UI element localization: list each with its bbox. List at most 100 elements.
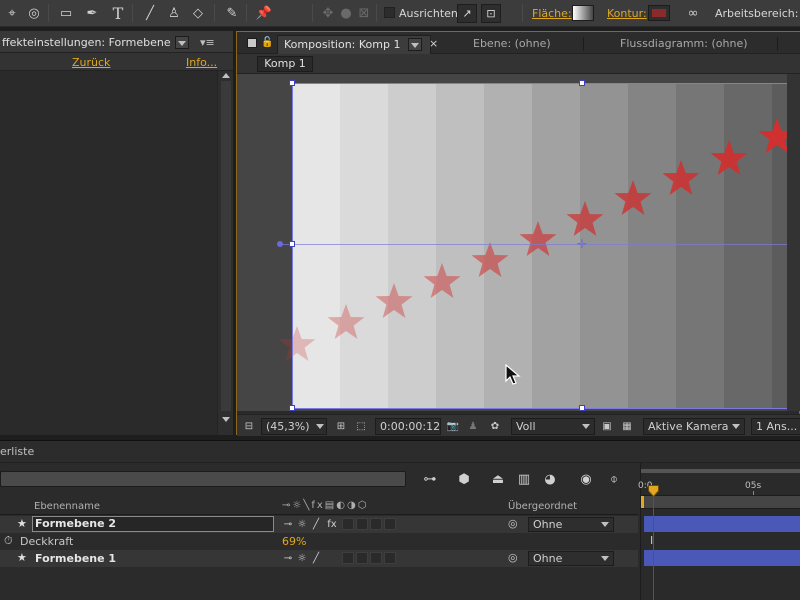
scroll-up-icon[interactable] bbox=[222, 73, 230, 78]
stroke-color-swatch[interactable] bbox=[648, 5, 670, 21]
quality-switch-icon[interactable]: ╱ bbox=[310, 552, 322, 564]
shy-switch-icon[interactable]: ⊸ bbox=[282, 552, 294, 564]
switch-box[interactable] bbox=[370, 552, 382, 564]
bbox-handle-tc[interactable] bbox=[579, 80, 585, 86]
layer-name-field[interactable]: Formebene 2 bbox=[32, 516, 274, 532]
camera-dropdown[interactable]: Aktive Kamera bbox=[643, 418, 745, 435]
comp-mini-flowchart-icon[interactable]: ⊶ bbox=[420, 469, 440, 489]
work-area-bar[interactable] bbox=[641, 495, 800, 509]
switch-box[interactable] bbox=[384, 552, 396, 564]
work-area-start-handle[interactable] bbox=[641, 496, 644, 508]
graph-editor-icon[interactable]: ◉ bbox=[576, 469, 596, 489]
brush-tips-icon[interactable]: ∞ bbox=[683, 3, 703, 23]
shy-switch-icon[interactable]: ⊸ bbox=[282, 518, 294, 530]
motion-blur-icon[interactable]: ◕ bbox=[540, 469, 560, 489]
always-preview-icon[interactable]: ⊟ bbox=[241, 419, 257, 434]
tab-composition[interactable]: Komposition: Komp 1 bbox=[277, 35, 431, 54]
left-panel-scrollbar[interactable] bbox=[217, 71, 233, 435]
anchor-handle-left[interactable] bbox=[277, 241, 283, 247]
info-link[interactable]: Info... bbox=[186, 56, 217, 69]
layer-search-input[interactable] bbox=[0, 471, 406, 487]
flaeche-label[interactable]: Fläche: bbox=[532, 7, 572, 20]
pen-tool-icon[interactable]: ✒ bbox=[82, 3, 102, 23]
anchor-point-icon[interactable]: ✛ bbox=[577, 238, 589, 250]
layer-duration-bar-1[interactable] bbox=[644, 550, 800, 566]
color-channels-icon[interactable]: ✿ bbox=[487, 419, 503, 434]
resolution-dropdown[interactable]: Voll bbox=[511, 418, 595, 435]
snapshot-camera-icon[interactable]: 📷 bbox=[445, 419, 461, 434]
tab-layer[interactable]: Ebene: (ohne) bbox=[473, 35, 551, 54]
pick-whip-icon[interactable]: ◎ bbox=[508, 551, 518, 564]
hide-shy-layers-icon[interactable]: ⏏ bbox=[488, 469, 508, 489]
roto-brush-icon[interactable]: ✎ bbox=[222, 3, 242, 23]
clone-stamp-icon[interactable]: ♙ bbox=[164, 3, 184, 23]
comp-breadcrumb-button[interactable]: Komp 1 bbox=[257, 56, 313, 72]
current-time-indicator-icon[interactable] bbox=[648, 485, 659, 497]
layer-row-formebene-1[interactable]: ★ Formebene 1 ⊸ ☼ ╱ ◎ Ohne bbox=[0, 550, 638, 567]
tab-dropdown-button[interactable] bbox=[408, 38, 422, 51]
brush-tool-icon[interactable]: ╱ bbox=[140, 3, 160, 23]
region-of-interest-icon[interactable]: ▣ bbox=[599, 419, 615, 434]
switch-box[interactable] bbox=[370, 518, 382, 530]
transparency-grid-icon[interactable]: ▦ bbox=[619, 419, 635, 434]
bbox-handle-tl[interactable] bbox=[289, 80, 295, 86]
tab-flowchart[interactable]: Flussdiagramm: (ohne) bbox=[620, 35, 748, 54]
layer-name-column[interactable]: Ebenenname bbox=[34, 501, 100, 512]
time-navigator-bar[interactable] bbox=[641, 469, 800, 473]
snap-grid-icon[interactable]: ⊡ bbox=[481, 4, 501, 23]
time-graph[interactable]: 0:0 05s I bbox=[638, 463, 800, 600]
rectangle-tool-icon[interactable]: ▭ bbox=[56, 3, 76, 23]
effect-controls-tab[interactable]: ffekteinstellungen: Formebene 2 bbox=[0, 34, 194, 53]
puppet-pin-icon[interactable]: 📌 bbox=[254, 3, 274, 23]
collapse-switch-icon[interactable]: ☼ bbox=[296, 552, 308, 564]
panel-grip-icon[interactable] bbox=[247, 38, 257, 48]
brainstorm-icon[interactable]: ⌽ bbox=[604, 469, 624, 489]
kontur-label[interactable]: Kontur: bbox=[607, 7, 647, 20]
layer-name-label[interactable]: Formebene 1 bbox=[35, 552, 116, 565]
pan-behind-icon[interactable]: ◎ bbox=[24, 3, 44, 23]
timecode-field[interactable]: 0:00:00:12 bbox=[375, 418, 441, 435]
viewer-scrollbar[interactable] bbox=[787, 74, 800, 411]
property-row-opacity[interactable]: ⏱ Deckkraft 69% bbox=[0, 533, 638, 550]
eraser-tool-icon[interactable]: ◇ bbox=[188, 3, 208, 23]
fill-color-swatch[interactable] bbox=[572, 5, 594, 21]
opacity-value[interactable]: 69% bbox=[282, 535, 306, 548]
switch-box[interactable] bbox=[356, 518, 368, 530]
bbox-handle-bl[interactable] bbox=[289, 405, 295, 411]
switch-box[interactable] bbox=[384, 518, 396, 530]
switch-box[interactable] bbox=[342, 518, 354, 530]
scroll-track[interactable] bbox=[221, 81, 231, 411]
effect-switch-icon[interactable]: fx bbox=[326, 518, 338, 530]
parent-column[interactable]: Übergeordnet bbox=[508, 501, 577, 512]
bbox-handle-ml[interactable] bbox=[289, 241, 295, 247]
time-ruler[interactable]: 0:0 05s bbox=[638, 469, 800, 495]
mask-visibility-icon[interactable]: ⬚ bbox=[353, 419, 369, 434]
panel-menu-icon[interactable]: ▾≡ bbox=[200, 36, 215, 49]
safe-margins-icon[interactable]: ⊞ bbox=[333, 419, 349, 434]
pick-whip-icon[interactable]: ◎ bbox=[508, 517, 518, 530]
switch-box[interactable] bbox=[356, 552, 368, 564]
parent-dropdown-layer-1[interactable]: Ohne bbox=[528, 551, 614, 566]
snap-features-icon[interactable]: ↗ bbox=[457, 4, 477, 23]
lock-icon[interactable]: 🔓 bbox=[261, 37, 273, 48]
quality-switch-icon[interactable]: ╱ bbox=[310, 518, 322, 530]
render-queue-tab[interactable]: erliste bbox=[0, 445, 34, 458]
bbox-handle-bc[interactable] bbox=[579, 405, 585, 411]
text-tool-icon[interactable]: T bbox=[108, 3, 128, 23]
axis-mode-local-icon[interactable]: ✥ bbox=[318, 3, 338, 23]
layer-row-formebene-2[interactable]: ★ Formebene 2 ⊸ ☼ ╱ fx ◎ Ohne bbox=[0, 516, 638, 533]
ausrichten-checkbox[interactable] bbox=[384, 7, 395, 18]
comp-viewer[interactable]: ✛ bbox=[237, 74, 800, 411]
zoom-dropdown[interactable]: (45,3%) bbox=[261, 418, 327, 435]
switch-box[interactable] bbox=[342, 552, 354, 564]
collapse-switch-icon[interactable]: ☼ bbox=[296, 518, 308, 530]
axis-mode-world-icon[interactable]: ● bbox=[336, 3, 356, 23]
show-snapshot-icon[interactable]: ♟ bbox=[465, 419, 481, 434]
frame-blending-icon[interactable]: ▥ bbox=[514, 469, 534, 489]
tab-dropdown-button[interactable] bbox=[175, 36, 189, 49]
layer-duration-bar-2[interactable] bbox=[644, 516, 800, 532]
axis-mode-view-icon[interactable]: ⊠ bbox=[354, 3, 374, 23]
views-dropdown[interactable]: 1 Ans... bbox=[751, 418, 800, 435]
draft-3d-icon[interactable]: ⬢ bbox=[454, 469, 474, 489]
close-icon[interactable]: × bbox=[429, 37, 438, 50]
